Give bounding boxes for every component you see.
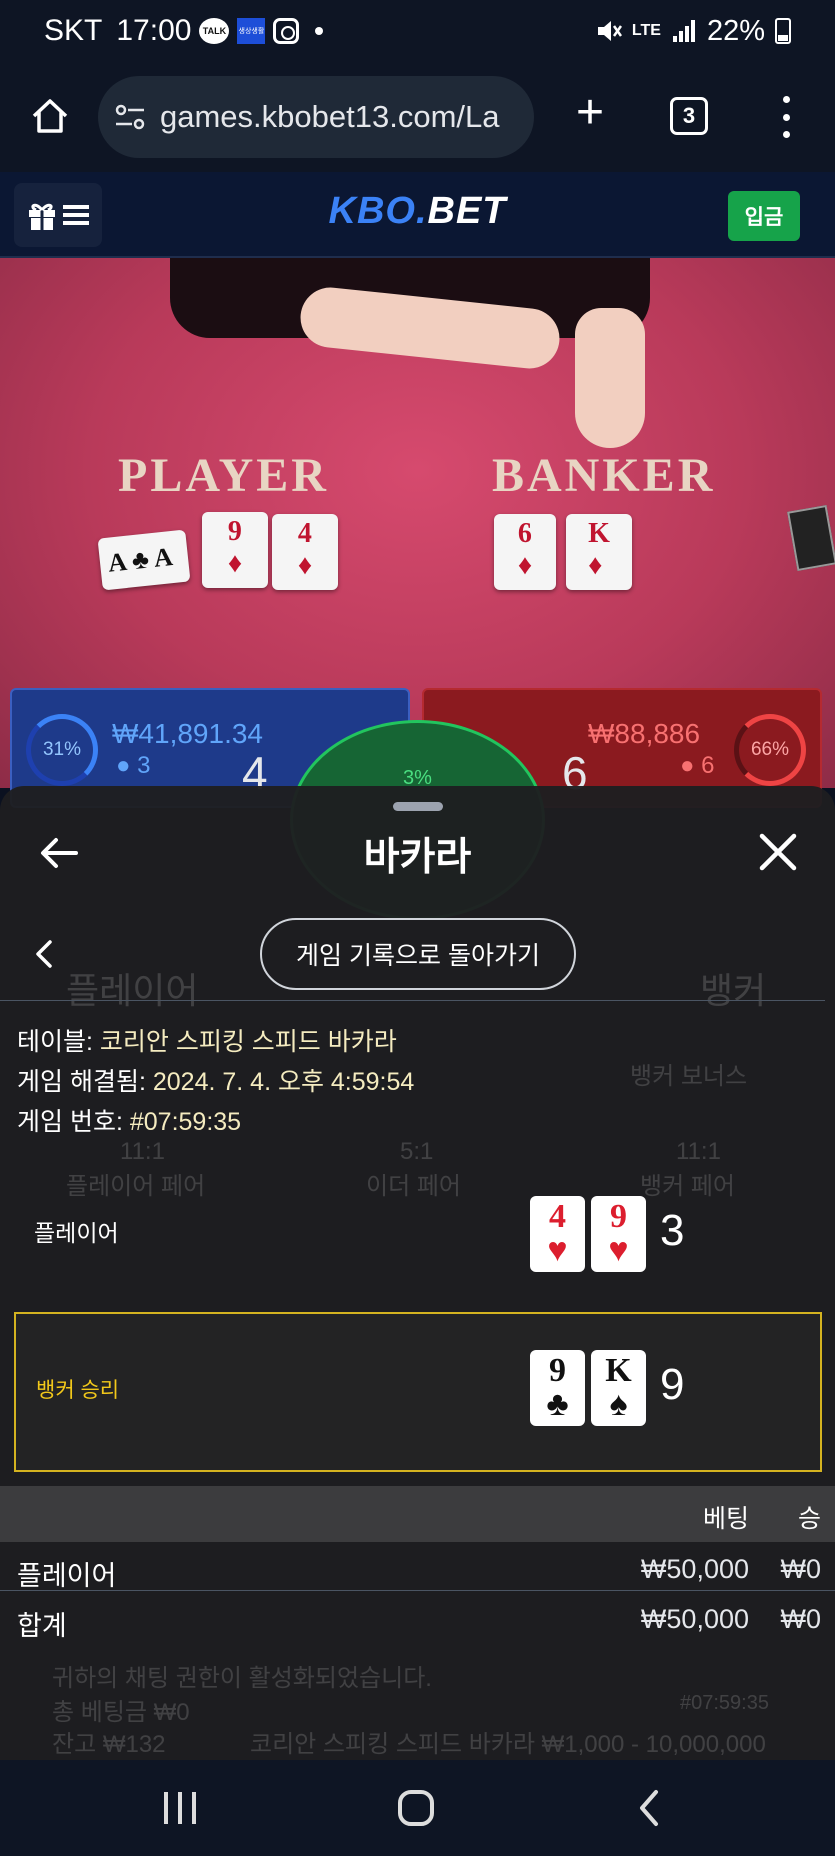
network-type: LTE [631,22,661,39]
player-percent-ring: 31% [26,714,98,786]
home-button[interactable] [22,88,78,144]
home-icon [32,99,68,133]
home-nav-icon[interactable] [396,1788,436,1828]
battery-icon [775,18,791,44]
table-card-player-2: 9 ♦ [202,512,268,588]
carrier-label: SKT [44,14,103,47]
table-info: 테이블: 코리안 스피킹 스피드 바카라 [17,1028,397,1056]
bet-row-label: 플레이어 [17,1561,117,1591]
status-bar: SKT 17:00 TALK 생상생활 LTE 22% [0,0,835,62]
signal-icon [672,20,695,42]
banker-result-row: 뱅커 승리 9 ♣ K ♠ 9 [14,1312,822,1472]
ghost-banker-pair-odds: 11:1 [676,1138,721,1165]
tab-switcher-button[interactable]: 3 [670,97,708,135]
url-text: games.kbobet13.com/La [160,99,500,134]
resolved-info: 게임 해결됨: 2024. 7. 4. 오후 4:59:54 [17,1068,415,1096]
more-notifications-dot-icon [315,27,324,35]
ghost-game-number: #07:59:35 [680,1692,769,1714]
recent-apps-icon[interactable] [160,1790,200,1826]
mute-icon [597,21,622,41]
dealer-right-hand [575,308,645,448]
browser-toolbar: games.kbobet13.com/La + 3 [0,62,835,172]
total-win-amount: ₩0 [780,1604,822,1634]
user-icon: ● [116,752,131,779]
total-bet-amount: ₩50,000 [640,1604,749,1634]
ghost-either-pair-odds: 5:1 [400,1138,434,1165]
player-result-label: 플레이어 [34,1220,119,1246]
new-tab-button[interactable]: + [565,89,615,140]
bet-column-header: 베팅 [702,1505,749,1533]
instagram-icon [273,18,300,44]
site-settings-icon[interactable] [114,102,146,132]
bet-row: 플레이어 ₩50,000 ₩0 [0,1546,835,1594]
win-column-header: 승 [797,1505,821,1533]
player-pool-amount: ₩41,891.34 [112,718,263,749]
table-banker-word: BANKER [492,449,716,502]
divider [0,1590,835,1591]
total-row: 합계 ₩50,000 ₩0 [0,1596,835,1644]
app-notification-icon: 생상생활 [237,18,266,44]
banker-card-1: 9 ♣ [530,1350,585,1426]
system-nav-bar [0,1760,835,1856]
ghost-player-pair-odds: 11:1 [120,1138,165,1165]
game-detail-sheet: 플레이어 뱅커 뱅커 보너스 11:1 플레이어 페어 5:1 이더 페어 11… [0,786,835,1760]
back-to-history-button[interactable]: 게임 기록으로 돌아가기 [260,918,576,990]
chevron-left-icon[interactable] [30,938,58,970]
banker-percent-ring: 66% [734,714,806,786]
kakaotalk-icon: TALK [199,18,230,44]
user-icon: ● [680,752,695,779]
sheet-title: 바카라 [363,836,472,879]
table-player-word: PLAYER [118,449,329,502]
ghost-chat-notice: 귀하의 채팅 권한이 활성화되었습니다. [52,1665,432,1692]
divider [0,1000,825,1001]
player-result-row: 플레이어 4 ♥ 9 ♥ 3 [14,1176,822,1292]
ghost-banker-bonus: 뱅커 보너스 [630,1063,748,1090]
ghost-balance: 잔고 ₩132 [52,1731,166,1758]
game-number-info: 게임 번호: #07:59:35 [17,1108,242,1136]
back-nav-icon[interactable] [634,1788,664,1828]
banker-result-score: 9 [660,1360,685,1409]
site-header: KBO.BET 입금 [0,172,835,258]
table-card-banker-1: 6 ♦ [494,514,556,590]
ghost-total-bet: 총 베팅금 ₩0 [52,1699,190,1726]
ghost-player-header: 플레이어 [66,970,199,1011]
more-options-button[interactable] [772,92,800,142]
sheet-drag-handle[interactable] [393,802,443,811]
table-card-player-3: 4 ♦ [272,514,338,590]
site-logo[interactable]: KBO.BET [0,190,835,233]
bet-row-amount: ₩50,000 [640,1554,749,1584]
bets-table-header: 베팅 승 [0,1486,835,1542]
banker-win-label: 뱅커 승리 [36,1379,120,1402]
ghost-table-limit: 코리안 스피킹 스피드 바카라 ₩1,000 - 10,000,000 [250,1731,766,1758]
close-icon[interactable] [756,830,800,874]
table-card-player-1: A ♣ A [97,529,191,591]
player-bettor-count: ● 3 [116,752,151,779]
battery-percent: 22% [706,14,765,47]
player-result-cards: 4 ♥ 9 ♥ [530,1196,646,1272]
banker-pool-amount: ₩88,886 [588,718,701,749]
bet-row-win: ₩0 [780,1554,822,1584]
banker-card-2: K ♠ [591,1350,646,1426]
address-bar[interactable]: games.kbobet13.com/La [98,76,534,158]
deposit-button[interactable]: 입금 [728,191,800,241]
total-label: 합계 [17,1611,67,1641]
player-card-1: 4 ♥ [530,1196,585,1272]
player-card-2: 9 ♥ [591,1196,646,1272]
banker-result-cards: 9 ♣ K ♠ [530,1350,646,1426]
table-card-banker-2: K ♦ [566,514,632,590]
player-result-score: 3 [660,1206,685,1255]
clock: 17:00 [116,14,192,47]
ghost-banker-header: 뱅커 [700,970,767,1011]
banker-bettor-count: ● 6 [680,752,715,779]
